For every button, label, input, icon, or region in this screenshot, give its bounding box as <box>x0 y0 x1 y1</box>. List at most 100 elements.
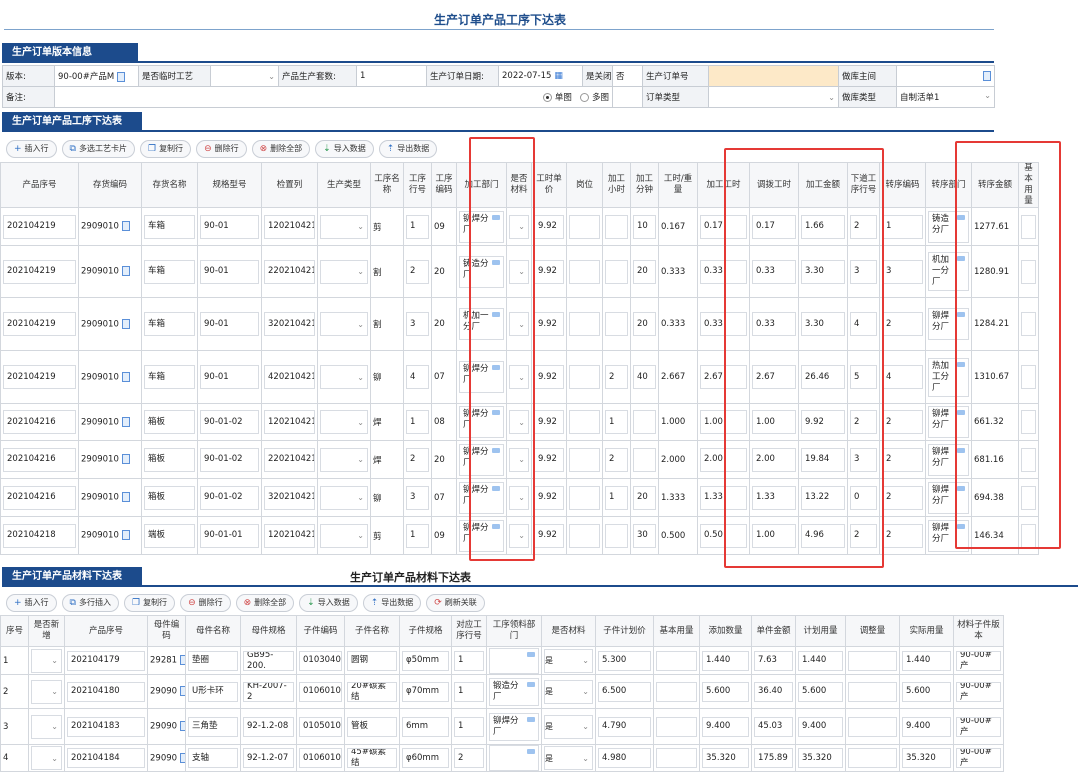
order-no-input[interactable] <box>708 65 839 87</box>
cell-input[interactable]: 45.03 <box>754 716 793 737</box>
dropdown-select[interactable]: 是 ⌄ <box>544 679 593 704</box>
column-header[interactable]: 工时/重量 <box>658 162 698 208</box>
lookup-icon[interactable] <box>180 686 185 697</box>
cell-input[interactable]: 1.440 <box>798 650 843 671</box>
cell-input[interactable] <box>656 748 697 768</box>
cell-input[interactable]: φ60mm <box>402 748 449 768</box>
cell-input[interactable] <box>848 650 897 671</box>
cell-input[interactable] <box>633 410 656 434</box>
column-header[interactable]: 是否新增 <box>28 615 65 647</box>
dropdown-select[interactable]: ⌄ <box>31 648 62 673</box>
cell-input[interactable]: 9.92 <box>534 447 564 472</box>
warehouse-type-select[interactable]: 自制活单1 ⌄ <box>896 86 995 108</box>
cell-input[interactable]: KH-2007-2 <box>243 681 294 702</box>
cell-input[interactable]: 车箱 <box>144 365 195 389</box>
cell-input[interactable]: 6mm <box>402 716 449 737</box>
cell-input[interactable]: 2 <box>882 410 923 434</box>
dropdown-select[interactable]: ⌄ <box>31 679 62 704</box>
dropdown-select[interactable]: ⌄ <box>31 714 62 739</box>
parent-code[interactable]: 29281 <box>150 656 177 666</box>
cell-input[interactable]: 90-01-02 <box>200 447 259 472</box>
cell-input[interactable]: 1 <box>882 214 923 239</box>
material-toolbar-btn-3[interactable]: ⊖ 删除行 <box>180 594 231 612</box>
lookup-icon[interactable] <box>121 416 130 427</box>
cell-input[interactable]: 202104216 <box>3 447 76 472</box>
table-row[interactable]: 2⌄20210418029090U形卡环KH-2007-201060101020… <box>0 674 1004 709</box>
cell-input[interactable]: 3 <box>406 312 429 336</box>
column-header[interactable]: 检置列 <box>261 162 318 208</box>
cell-input[interactable]: 3202104216 <box>264 485 315 510</box>
dropdown-select[interactable]: ⌄ <box>320 365 368 389</box>
cell-input[interactable]: 3202104219 <box>264 312 315 336</box>
cell-input[interactable]: 箱板 <box>144 410 195 434</box>
cell-input[interactable]: 20 <box>633 312 656 336</box>
cell-input[interactable]: 202104219 <box>3 312 76 336</box>
material-toolbar-btn-4[interactable]: ⊗ 删除全部 <box>235 594 295 612</box>
cell-input[interactable] <box>848 716 897 737</box>
cell-input[interactable] <box>605 312 628 336</box>
column-header[interactable]: 子件名称 <box>344 615 400 647</box>
parent-code[interactable]: 29090 <box>150 753 177 763</box>
process-toolbar-btn-2[interactable]: ❐ 复制行 <box>139 140 192 158</box>
column-header[interactable]: 存货名称 <box>141 162 198 208</box>
cell-input[interactable]: 1.440 <box>702 650 749 671</box>
version-select[interactable]: 90-00#产品M <box>54 65 139 87</box>
cell-input[interactable]: 202104179 <box>67 650 145 671</box>
cell-input[interactable]: 90-01 <box>200 365 259 389</box>
calendar-icon[interactable]: ▦ <box>554 71 563 81</box>
inventory-code[interactable]: 2909010 <box>81 417 119 427</box>
dropdown-select[interactable]: ⌄ <box>31 746 62 770</box>
cell-input[interactable]: 支轴 <box>188 748 238 768</box>
column-header[interactable]: 子件规格 <box>399 615 452 647</box>
cell-input[interactable] <box>605 523 628 548</box>
lookup-icon[interactable] <box>180 721 185 732</box>
cell-input[interactable]: 9.92 <box>534 365 564 389</box>
cell-input[interactable]: 175.89 <box>754 748 793 768</box>
cell-input[interactable]: 1202104218 <box>264 523 315 548</box>
cell-input[interactable]: 202104218 <box>3 523 76 548</box>
column-header[interactable]: 工时单价 <box>531 162 567 208</box>
cell-input[interactable]: 30 <box>633 523 656 548</box>
cell-input[interactable]: 1 <box>406 523 429 548</box>
column-header[interactable]: 转序编码 <box>879 162 926 208</box>
column-header[interactable]: 加工小时 <box>602 162 631 208</box>
cell-input[interactable] <box>656 650 697 671</box>
cell-input[interactable]: 9.92 <box>534 485 564 510</box>
process-toolbar-btn-1[interactable]: ⧉ 多选工艺卡片 <box>61 140 135 158</box>
cell-input[interactable]: 90-00#产 <box>956 650 1001 671</box>
lookup-icon[interactable] <box>180 655 185 666</box>
cell-input[interactable]: 管板 <box>347 716 397 737</box>
cell-input[interactable]: 202104219 <box>3 259 76 284</box>
cell-input[interactable] <box>848 681 897 702</box>
cell-input[interactable]: 6.500 <box>598 681 651 702</box>
cell-input[interactable]: 202104180 <box>67 681 145 702</box>
cell-input[interactable]: 2 <box>882 485 923 510</box>
cell-input[interactable]: 90-01-01 <box>200 523 259 548</box>
cell-input[interactable]: 车箱 <box>144 214 195 239</box>
cell-input[interactable]: 1 <box>454 650 484 671</box>
column-header[interactable]: 规格型号 <box>197 162 262 208</box>
column-header[interactable]: 母件编码 <box>147 615 186 647</box>
table-row[interactable]: 4⌄20210418429090支轴92-1.2-0701060103045#碳… <box>0 744 1004 772</box>
cell-input[interactable] <box>569 312 600 336</box>
column-header[interactable]: 材料子件版本 <box>953 615 1004 647</box>
cell-input[interactable]: 3 <box>882 259 923 284</box>
cell-input[interactable] <box>605 214 628 239</box>
cell-input[interactable]: 90-01-02 <box>200 485 259 510</box>
dropdown-select[interactable]: ⌄ <box>320 312 368 336</box>
dept-picker[interactable]: 锻造分厂 <box>489 677 539 706</box>
parent-code[interactable]: 29090 <box>150 687 177 697</box>
column-header[interactable]: 是否材料 <box>541 615 596 647</box>
cell-input[interactable]: 2 <box>605 365 628 389</box>
inventory-code[interactable]: 2909010 <box>81 319 119 329</box>
cell-input[interactable] <box>569 365 600 389</box>
column-header[interactable]: 单件金额 <box>751 615 796 647</box>
lookup-icon[interactable] <box>121 266 130 277</box>
column-header[interactable]: 母件名称 <box>185 615 241 647</box>
cell-input[interactable]: 1 <box>605 485 628 510</box>
cell-input[interactable] <box>848 748 897 768</box>
cell-input[interactable]: 7.63 <box>754 650 793 671</box>
cell-input[interactable]: 2202104216 <box>264 447 315 472</box>
cell-input[interactable]: φ50mm <box>402 650 449 671</box>
lookup-icon[interactable] <box>180 752 185 763</box>
